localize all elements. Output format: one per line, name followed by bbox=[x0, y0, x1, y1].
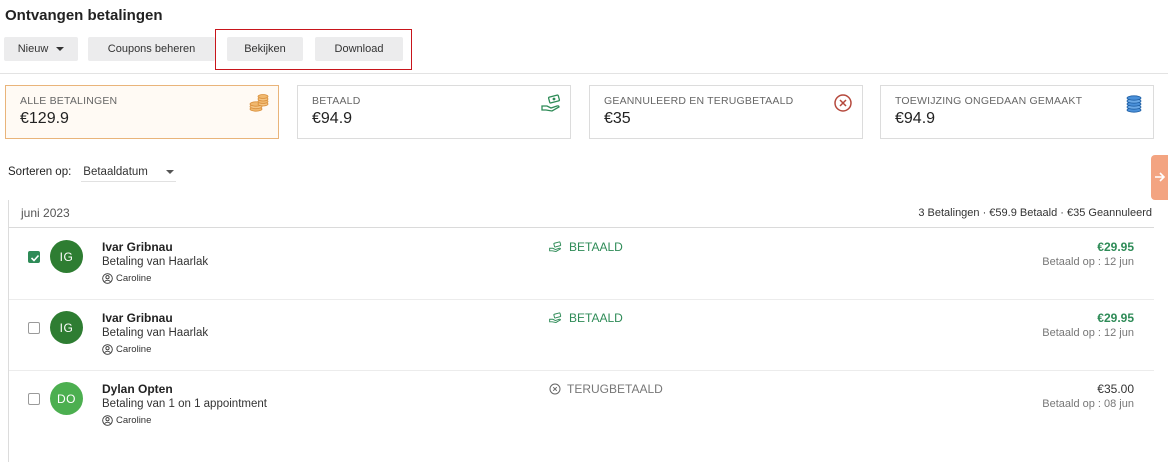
money-hand-icon bbox=[541, 94, 561, 112]
payment-description: Betaling van Haarlak bbox=[102, 327, 209, 339]
divider bbox=[0, 73, 1168, 74]
month-summary: 3 Betalingen · €59.9 Betaald · €35 Geann… bbox=[918, 207, 1152, 219]
payment-amount: €29.95 bbox=[1097, 240, 1134, 254]
payment-date: Betaald op : 12 jun bbox=[1042, 256, 1134, 268]
toolbar: Nieuw Coupons beheren Bekijken Download bbox=[4, 37, 403, 61]
assigned-user: Caroline bbox=[102, 344, 151, 355]
sort-row: Sorteren op: Betaaldatum bbox=[8, 162, 177, 182]
card-value: €94.9 bbox=[895, 110, 936, 127]
payment-status: TERUGBETAALD bbox=[549, 382, 663, 396]
user-circle-icon bbox=[102, 273, 113, 284]
payment-row[interactable]: IG Ivar Gribnau Betaling van Haarlak Car… bbox=[9, 229, 1154, 300]
chevron-down-icon bbox=[165, 169, 174, 174]
manage-coupons-button[interactable]: Coupons beheren bbox=[88, 37, 215, 61]
assigned-user: Caroline bbox=[102, 415, 151, 426]
money-hand-icon bbox=[549, 241, 562, 252]
payment-status: BETAALD bbox=[549, 240, 623, 254]
side-panel-toggle[interactable] bbox=[1151, 155, 1168, 200]
status-label: BETAALD bbox=[569, 311, 623, 325]
check-icon bbox=[30, 254, 40, 262]
payment-description: Betaling van Haarlak bbox=[102, 256, 209, 268]
card-paid[interactable]: BETAALD €94.9 bbox=[297, 85, 571, 139]
cancel-circle-icon bbox=[834, 94, 852, 112]
card-all-payments[interactable]: ALLE BETALINGEN €129.9 bbox=[5, 85, 279, 139]
payment-date: Betaald op : 08 jun bbox=[1042, 398, 1134, 410]
month-label: juni 2023 bbox=[21, 206, 70, 220]
payment-row[interactable]: IG Ivar Gribnau Betaling van Haarlak Car… bbox=[9, 300, 1154, 371]
payment-amount: €29.95 bbox=[1097, 311, 1134, 325]
coins-stack-icon bbox=[249, 94, 269, 112]
user-circle-icon bbox=[102, 415, 113, 426]
row-checkbox[interactable] bbox=[28, 393, 40, 405]
card-label: GEANNULEERD EN TERUGBETAALD bbox=[604, 95, 794, 107]
payment-date: Betaald op : 12 jun bbox=[1042, 327, 1134, 339]
coins-blue-icon bbox=[1126, 95, 1142, 113]
payment-amount: €35.00 bbox=[1097, 382, 1134, 396]
download-button[interactable]: Download bbox=[315, 37, 403, 61]
page-title: Ontvangen betalingen bbox=[5, 7, 163, 24]
chevron-down-icon bbox=[56, 47, 65, 51]
avatar: DO bbox=[50, 382, 83, 415]
card-value: €129.9 bbox=[20, 110, 69, 127]
avatar: IG bbox=[50, 240, 83, 273]
sort-select[interactable]: Betaaldatum bbox=[81, 162, 177, 182]
arrow-right-icon bbox=[1155, 172, 1166, 182]
payer-name: Dylan Opten bbox=[102, 382, 173, 396]
view-button[interactable]: Bekijken bbox=[227, 37, 303, 61]
new-button-label: Nieuw bbox=[17, 43, 49, 55]
payer-name: Ivar Gribnau bbox=[102, 240, 173, 254]
card-label: ALLE BETALINGEN bbox=[20, 95, 118, 107]
payments-list: juni 2023 3 Betalingen · €59.9 Betaald ·… bbox=[8, 200, 1154, 462]
status-label: BETAALD bbox=[569, 240, 623, 254]
row-checkbox[interactable] bbox=[28, 322, 40, 334]
assigned-user-name: Caroline bbox=[116, 415, 152, 426]
payment-row[interactable]: DO Dylan Opten Betaling van 1 on 1 appoi… bbox=[9, 371, 1154, 442]
assigned-user-name: Caroline bbox=[116, 273, 152, 284]
card-value: €35 bbox=[604, 110, 631, 127]
payment-description: Betaling van 1 on 1 appointment bbox=[102, 398, 267, 410]
status-label: TERUGBETAALD bbox=[567, 382, 663, 396]
card-cancelled-refunded[interactable]: GEANNULEERD EN TERUGBETAALD €35 bbox=[589, 85, 863, 139]
month-group-header: juni 2023 3 Betalingen · €59.9 Betaald ·… bbox=[9, 200, 1154, 228]
payment-status: BETAALD bbox=[549, 311, 623, 325]
card-label: BETAALD bbox=[312, 95, 361, 107]
sort-selected-value: Betaaldatum bbox=[83, 165, 148, 178]
assigned-user: Caroline bbox=[102, 273, 151, 284]
new-dropdown-button[interactable]: Nieuw bbox=[4, 37, 78, 61]
card-value: €94.9 bbox=[312, 110, 353, 127]
avatar: IG bbox=[50, 311, 83, 344]
row-checkbox[interactable] bbox=[28, 251, 40, 263]
money-hand-icon bbox=[549, 312, 562, 323]
user-circle-icon bbox=[102, 344, 113, 355]
sort-label: Sorteren op: bbox=[8, 166, 72, 178]
card-allocation-undone[interactable]: TOEWIJZING ONGEDAAN GEMAAKT €94.9 bbox=[880, 85, 1154, 139]
assigned-user-name: Caroline bbox=[116, 344, 152, 355]
cancel-circle-icon bbox=[549, 383, 561, 395]
payer-name: Ivar Gribnau bbox=[102, 311, 173, 325]
card-label: TOEWIJZING ONGEDAAN GEMAAKT bbox=[895, 95, 1083, 107]
